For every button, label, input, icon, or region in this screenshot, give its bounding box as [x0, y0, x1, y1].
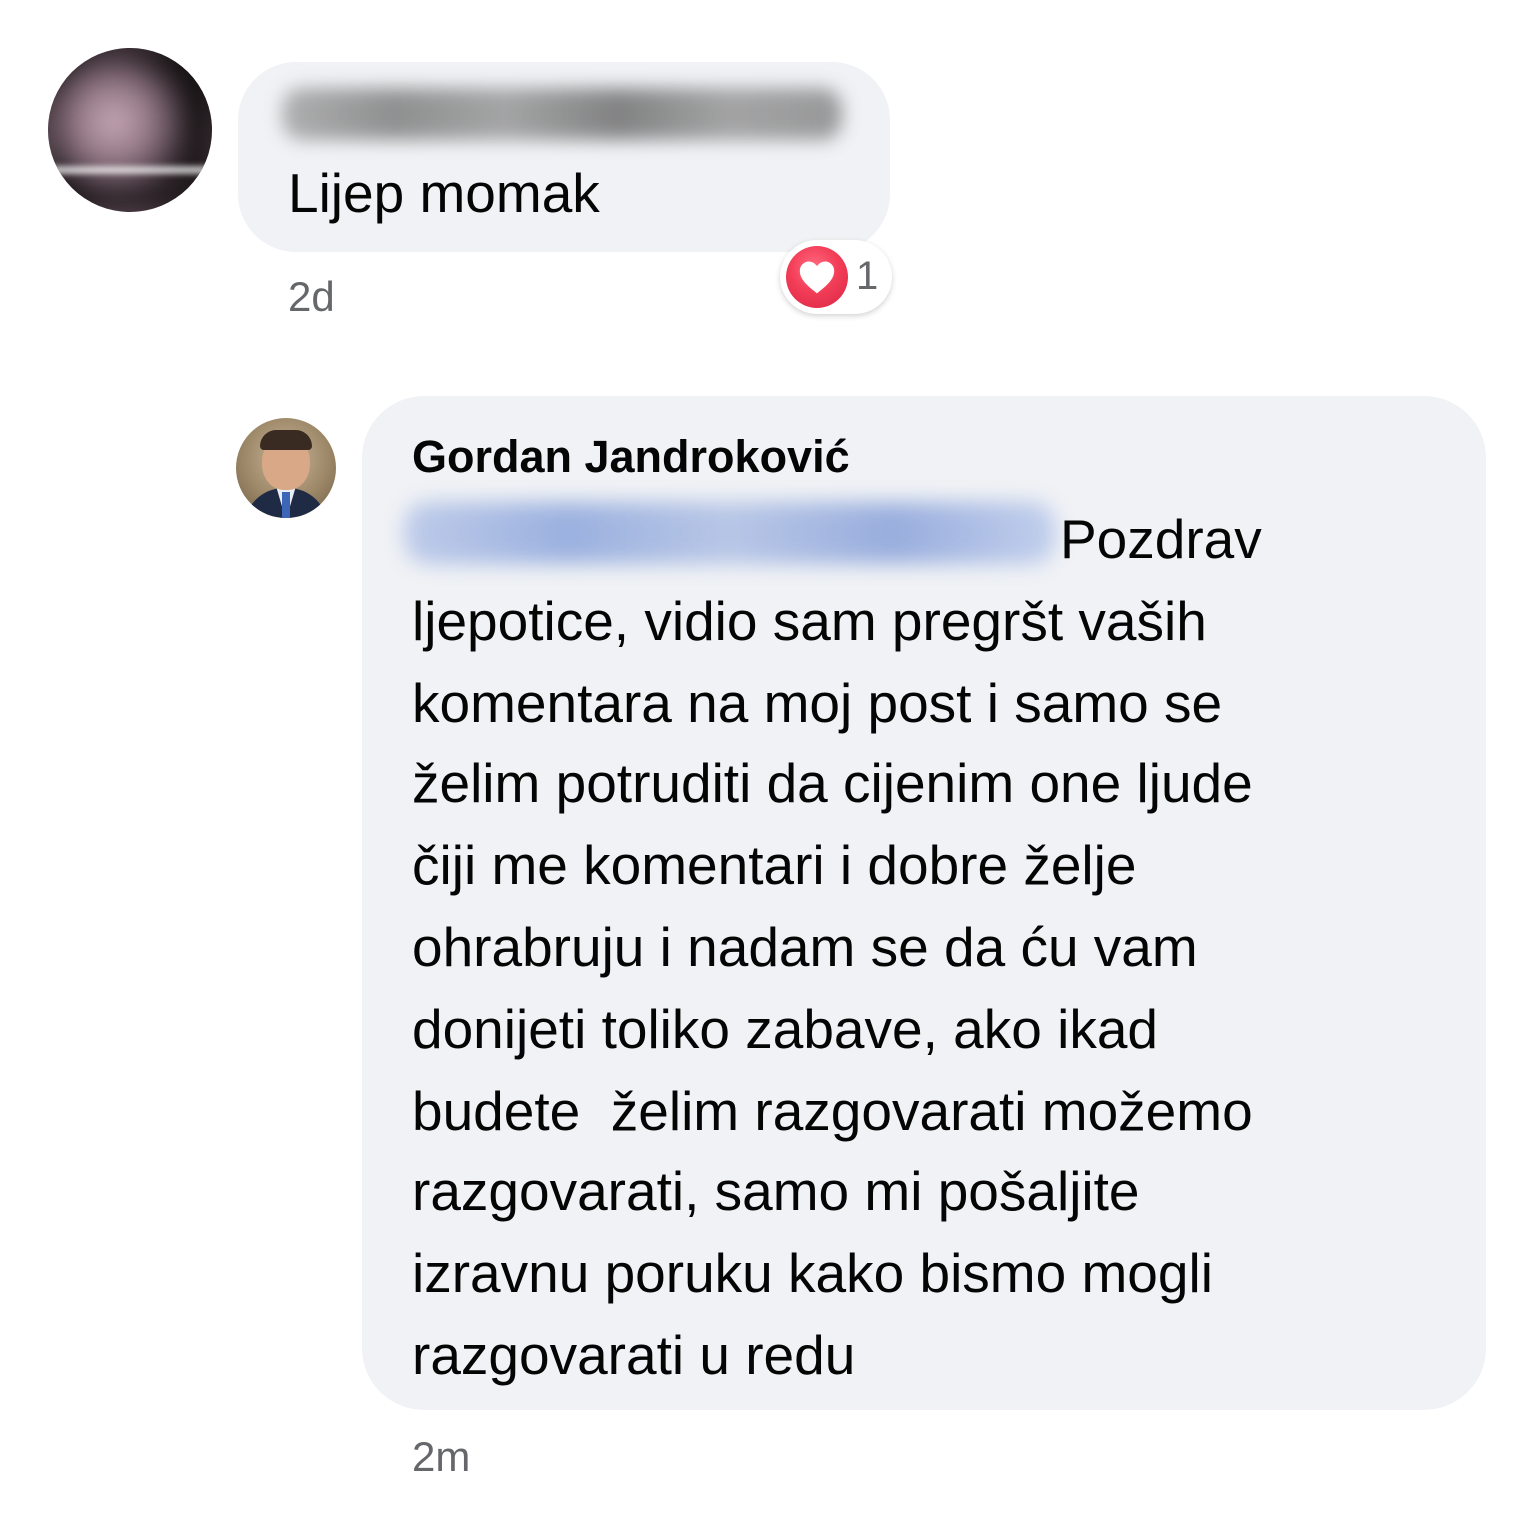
reaction-badge[interactable]: 1 — [780, 240, 892, 314]
reply-text-line: komentara na moj post i samo se — [412, 672, 1223, 734]
reaction-count: 1 — [856, 254, 879, 298]
avatar-hair — [260, 430, 312, 450]
reply-author-avatar[interactable] — [236, 418, 336, 518]
reply-text-line: čiji me komentari i dobre želje — [412, 834, 1137, 896]
reply-author-name[interactable]: Gordan Jandroković — [412, 430, 850, 484]
reply-text-line: razgovarati u redu — [412, 1324, 856, 1386]
commenter-avatar-blurred[interactable] — [48, 48, 212, 212]
reply-text-line: Pozdrav — [1060, 508, 1262, 570]
avatar-tie — [282, 492, 290, 518]
reply-timestamp[interactable]: 2m — [412, 1432, 470, 1482]
heart-icon — [786, 246, 848, 308]
comment-text: Lijep momak — [288, 162, 600, 224]
reply-text-line: izravnu poruku kako bismo mogli — [412, 1242, 1213, 1304]
reply-text-line: donijeti toliko zabave, ako ikad — [412, 998, 1159, 1060]
reply-text-line: ljepotice, vidio sam pregršt vaših — [412, 590, 1207, 652]
reply-text-line: budete želim razgovarati možemo — [412, 1080, 1253, 1142]
mentioned-user-redacted[interactable] — [404, 502, 1056, 564]
reply-text-line: želim potruditi da cijenim one ljude — [412, 752, 1253, 814]
comment-timestamp[interactable]: 2d — [288, 272, 335, 322]
commenter-name-redacted — [282, 88, 842, 140]
avatar-redaction-band — [48, 166, 212, 174]
reply-text-line: ohrabruju i nadam se da ću vam — [412, 916, 1198, 978]
reply-text-line: razgovarati, samo mi pošaljite — [412, 1160, 1140, 1222]
avatar-blur — [48, 48, 212, 212]
